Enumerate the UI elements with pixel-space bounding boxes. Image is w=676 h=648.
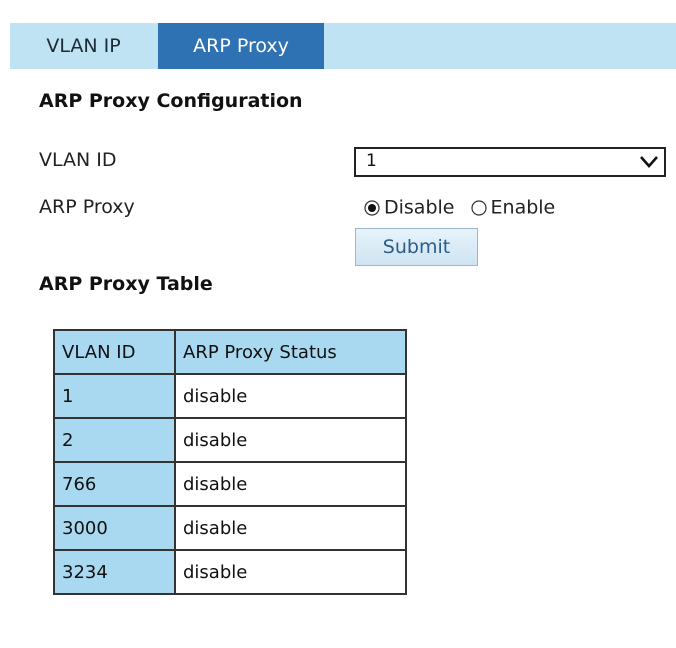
radio-unchecked-icon	[470, 200, 487, 216]
radio-disable-label: Disable	[384, 196, 455, 219]
tab-bar: VLAN IP ARP Proxy	[10, 23, 676, 69]
header-arp-proxy-status: ARP Proxy Status	[174, 329, 407, 375]
config-section-title: ARP Proxy Configuration	[39, 90, 303, 112]
vlan-id-selected-value: 1	[366, 151, 377, 171]
table-row: 2 disable	[53, 417, 407, 463]
table-section-title: ARP Proxy Table	[39, 273, 213, 295]
header-vlan-id: VLAN ID	[53, 329, 176, 375]
table-row: 1 disable	[53, 373, 407, 419]
radio-enable-label: Enable	[490, 196, 556, 219]
cell-vlan-id: 2	[53, 417, 176, 463]
arp-proxy-radio-group: Disable Enable	[364, 196, 555, 226]
cell-status: disable	[174, 505, 407, 551]
tab-arp-proxy[interactable]: ARP Proxy	[158, 23, 324, 69]
cell-status: disable	[174, 549, 407, 595]
table-row: 766 disable	[53, 461, 407, 507]
cell-vlan-id: 3234	[53, 549, 176, 595]
tab-vlan-ip[interactable]: VLAN IP	[10, 23, 157, 69]
cell-vlan-id: 3000	[53, 505, 176, 551]
radio-checked-icon	[364, 200, 380, 216]
arp-proxy-label: ARP Proxy	[39, 196, 135, 218]
cell-vlan-id: 766	[53, 461, 176, 507]
cell-status: disable	[174, 417, 407, 463]
cell-status: disable	[174, 461, 407, 507]
vlan-id-select[interactable]: 1	[354, 147, 666, 177]
chevron-down-icon	[640, 156, 658, 168]
vlan-id-label: VLAN ID	[39, 149, 117, 171]
table-row: 3234 disable	[53, 549, 407, 595]
radio-disable[interactable]: Disable	[364, 196, 454, 219]
radio-enable[interactable]: Enable	[470, 196, 556, 219]
submit-button[interactable]: Submit	[355, 228, 478, 266]
table-header-row: VLAN ID ARP Proxy Status	[53, 329, 407, 375]
arp-proxy-table: VLAN ID ARP Proxy Status 1 disable 2 dis…	[53, 329, 407, 595]
cell-vlan-id: 1	[53, 373, 176, 419]
cell-status: disable	[174, 373, 407, 419]
table-row: 3000 disable	[53, 505, 407, 551]
